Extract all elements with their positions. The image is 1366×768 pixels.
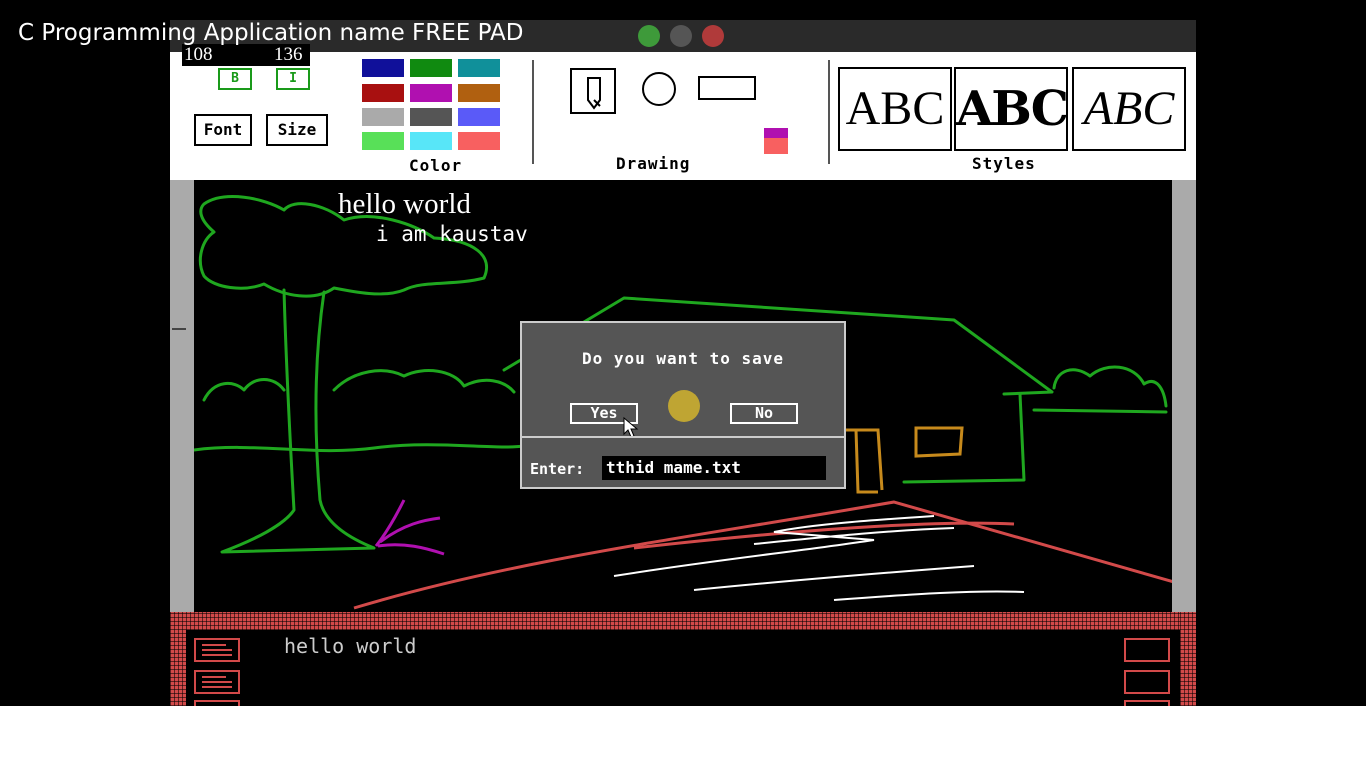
- font-button[interactable]: Font: [194, 114, 252, 146]
- panel-left-border: [170, 612, 186, 706]
- enter-label: Enter:: [530, 460, 585, 478]
- left-scrollbar[interactable]: [170, 180, 194, 612]
- panel-button[interactable]: [1124, 670, 1170, 694]
- canvas-heading: hello world: [338, 188, 471, 220]
- right-scrollbar[interactable]: [1172, 180, 1196, 612]
- bold-button[interactable]: B: [218, 68, 252, 90]
- no-button[interactable]: No: [730, 403, 798, 424]
- indicator-dot: [668, 390, 700, 422]
- scroll-marker: [172, 328, 186, 330]
- list-icon[interactable]: [194, 638, 240, 662]
- color-swatch[interactable]: [362, 84, 404, 102]
- coord-y: 136: [274, 44, 303, 65]
- list-icon[interactable]: [194, 670, 240, 694]
- panel-top-border: [170, 612, 1196, 630]
- filename-input[interactable]: tthid mame.txt: [602, 456, 826, 480]
- color-swatch[interactable]: [410, 84, 452, 102]
- free-pad-window: 108 136 B I Font Size Color Drawing ABC …: [170, 20, 1196, 706]
- text-panel: hello world: [170, 612, 1196, 706]
- color-swatch[interactable]: [410, 108, 452, 126]
- color-swatch[interactable]: [458, 132, 500, 150]
- panel-right-border: [1180, 612, 1196, 706]
- rectangle-tool-icon[interactable]: [698, 76, 756, 100]
- current-color-indicator: [764, 128, 788, 154]
- minimize-button[interactable]: [670, 25, 692, 47]
- toolbar-divider: [828, 60, 830, 164]
- style-italic-button[interactable]: ABC: [1072, 67, 1186, 151]
- toolbar: 108 136 B I Font Size Color Drawing ABC …: [170, 44, 1196, 180]
- panel-text: hello world: [284, 634, 417, 658]
- mouse-cursor-icon: [622, 416, 640, 444]
- color-swatch[interactable]: [458, 84, 500, 102]
- panel-button[interactable]: [1124, 638, 1170, 662]
- styles-section-label: Styles: [972, 154, 1036, 173]
- toolbar-divider: [532, 60, 534, 164]
- drawing-section-label: Drawing: [616, 154, 691, 173]
- video-title: C Programming Application name FREE PAD: [18, 20, 524, 46]
- save-dialog: Do you want to save Yes No Enter: tthid …: [520, 321, 846, 489]
- italic-button[interactable]: I: [276, 68, 310, 90]
- canvas-subheading: i am kaustav: [376, 222, 528, 246]
- pencil-tool-icon[interactable]: [570, 68, 616, 114]
- color-swatch[interactable]: [458, 59, 500, 77]
- color-section-label: Color: [409, 156, 463, 175]
- video-controls-area: [0, 706, 1366, 768]
- size-button[interactable]: Size: [266, 114, 328, 146]
- color-swatch[interactable]: [362, 108, 404, 126]
- color-swatch[interactable]: [362, 59, 404, 77]
- style-regular-button[interactable]: ABC: [838, 67, 952, 151]
- close-button[interactable]: [702, 25, 724, 47]
- color-swatch[interactable]: [410, 132, 452, 150]
- dialog-divider: [522, 436, 844, 438]
- coord-x: 108: [184, 44, 213, 65]
- cursor-coordinates: 108 136: [182, 44, 310, 66]
- color-swatch[interactable]: [458, 108, 500, 126]
- maximize-button[interactable]: [638, 25, 660, 47]
- style-gothic-button[interactable]: ABC: [954, 67, 1069, 151]
- circle-tool-icon[interactable]: [642, 72, 676, 106]
- color-swatch[interactable]: [362, 132, 404, 150]
- color-swatch[interactable]: [410, 59, 452, 77]
- save-prompt: Do you want to save: [581, 349, 785, 368]
